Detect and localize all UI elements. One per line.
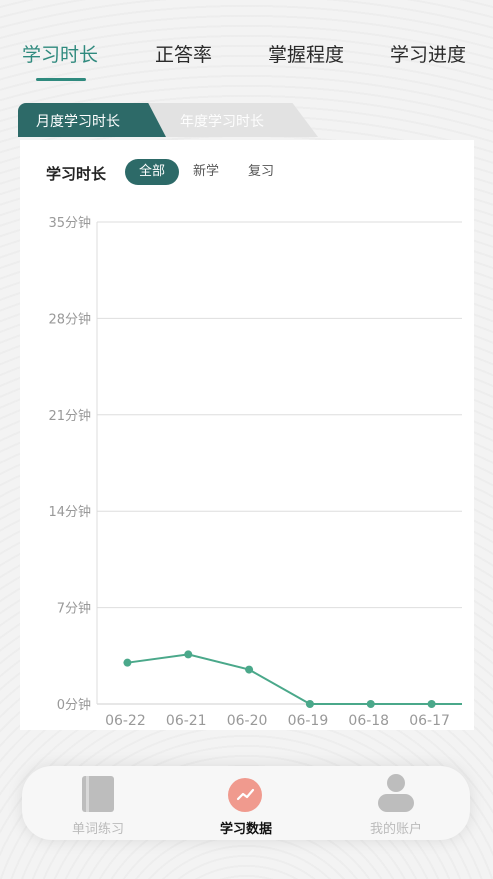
nav-item-my-account[interactable]: 我的账户 xyxy=(336,766,456,840)
x-tick-label: 06-18 xyxy=(348,713,389,729)
series-line xyxy=(127,653,462,705)
nav-label: 单词练习 xyxy=(71,822,124,837)
chart-card: 学习时长 全部 新学 复习 35分钟 28分钟 21分钟 14分钟 7分钟 0分钟 06-2… xyxy=(20,140,474,730)
nav-label: 我的账户 xyxy=(369,822,422,837)
data-point xyxy=(123,658,132,667)
y-tick-label: 21分钟 xyxy=(48,408,91,424)
top-tab-bar: 学习时长 正答率 掌握程度 学习进度 xyxy=(0,40,493,80)
data-point xyxy=(184,650,193,659)
active-tab-indicator xyxy=(36,78,86,81)
data-point xyxy=(245,665,254,674)
nav-item-word-practice[interactable]: 单词练习 xyxy=(38,766,158,840)
chart-icon xyxy=(228,778,262,812)
x-tick-label: 06-19 xyxy=(288,713,329,729)
y-tick-label: 35分钟 xyxy=(48,215,91,231)
y-tick-label: 0分钟 xyxy=(57,697,91,713)
bottom-nav: 单词练习 学习数据 我的账户 xyxy=(22,766,470,840)
period-segment-control: 月度学习时长 年度学习时长 xyxy=(18,103,318,137)
line-chart: 35分钟 28分钟 21分钟 14分钟 7分钟 0分钟 06-22 06-21 06-20 06-… xyxy=(48,215,462,729)
y-tick-label: 14分钟 xyxy=(48,504,91,520)
tab-accuracy[interactable]: 正答率 xyxy=(155,40,212,67)
segment-yearly[interactable]: 年度学习时长 xyxy=(180,111,264,131)
data-point xyxy=(305,700,314,708)
data-point xyxy=(366,700,375,708)
x-tick-label: 06-21 xyxy=(166,713,207,729)
segment-monthly[interactable]: 月度学习时长 xyxy=(36,111,120,131)
user-icon xyxy=(378,774,414,814)
tab-mastery[interactable]: 掌握程度 xyxy=(268,40,344,67)
nav-label: 学习数据 xyxy=(219,822,272,837)
tab-progress[interactable]: 学习进度 xyxy=(390,40,466,67)
book-icon xyxy=(82,776,114,812)
x-tick-label: 06-22 xyxy=(105,713,146,729)
data-point xyxy=(427,700,436,708)
y-tick-label: 28分钟 xyxy=(48,311,91,327)
nav-item-study-data[interactable]: 学习数据 xyxy=(186,766,306,840)
tab-study-duration[interactable]: 学习时长 xyxy=(22,40,98,67)
y-tick-label: 7分钟 xyxy=(57,601,91,617)
x-tick-label: 06-20 xyxy=(227,713,268,729)
x-tick-label: 06-17 xyxy=(409,713,450,729)
